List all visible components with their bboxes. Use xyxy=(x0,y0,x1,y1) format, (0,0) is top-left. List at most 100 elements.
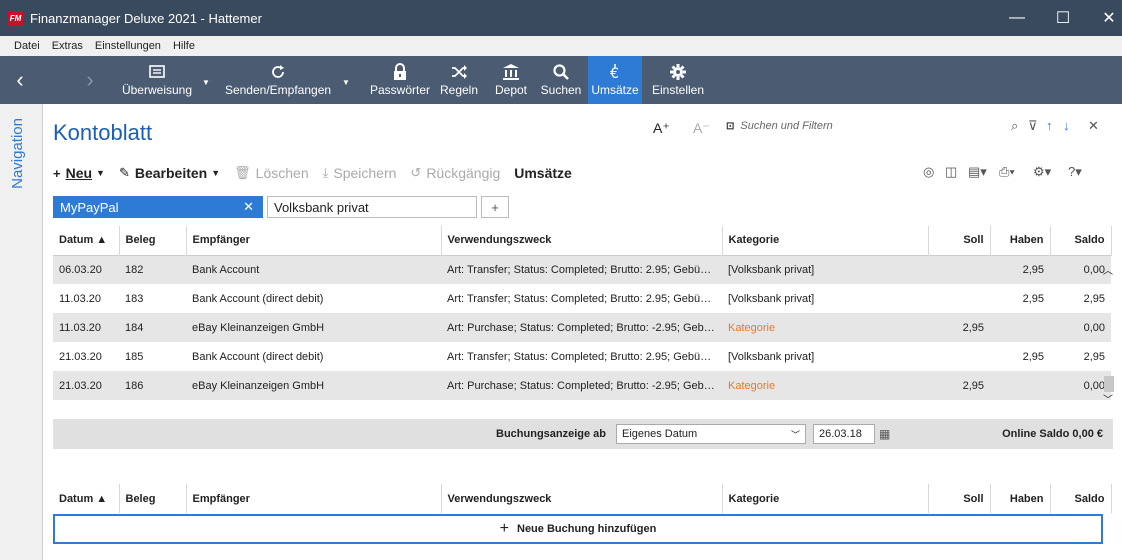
calendar-icon[interactable]: ▦ xyxy=(879,427,890,441)
columns-icon[interactable]: ◫ xyxy=(945,164,957,180)
col-haben[interactable]: Haben xyxy=(990,484,1051,513)
col-saldo[interactable]: Saldo xyxy=(1050,226,1112,255)
lock-icon xyxy=(394,63,406,80)
settings-gear-icon[interactable]: ⚙▾ xyxy=(1033,164,1051,180)
col-soll[interactable]: Soll xyxy=(928,484,991,513)
plus-icon: + xyxy=(53,165,61,181)
export-icon[interactable]: ▤▾ xyxy=(968,164,987,180)
cell-soll xyxy=(928,255,990,284)
toolbar-einstellen[interactable]: Einstellen xyxy=(646,56,710,104)
edit-button[interactable]: ✎ Bearbeiten ▼ xyxy=(119,165,220,181)
minimize-button[interactable]: — xyxy=(994,0,1040,36)
table-row[interactable]: 06.03.20 182 Bank Account Art: Transfer; St… xyxy=(53,255,1111,284)
help-icon[interactable]: ?▾ xyxy=(1068,164,1082,180)
col-soll[interactable]: Soll xyxy=(928,226,991,255)
cell-soll: 2,95 xyxy=(928,313,990,342)
col-kategorie[interactable]: Kategorie xyxy=(722,484,929,513)
bank-icon xyxy=(503,64,519,80)
toolbar-senden-empfangen[interactable]: Senden/Empfangen xyxy=(216,56,340,104)
table-scrollbar[interactable]: ︿ ﹀ xyxy=(1101,258,1116,410)
col-kategorie[interactable]: Kategorie xyxy=(722,226,929,255)
search-icon[interactable]: ⌕ xyxy=(1011,118,1018,134)
toolbar-suchen[interactable]: Suchen xyxy=(538,56,584,104)
date-input[interactable]: 26.03.18 xyxy=(813,424,875,444)
cell-beleg: 182 xyxy=(119,255,186,284)
main-content: Kontoblatt A⁺ A⁻ ⊡ Suchen und Filtern ⌕ … xyxy=(43,104,1122,560)
delete-label: Löschen xyxy=(255,165,309,181)
maximize-button[interactable]: ☐ xyxy=(1040,0,1086,36)
scroll-up-icon[interactable]: ︿ xyxy=(1103,262,1113,277)
navigation-panel[interactable]: Navigation xyxy=(0,104,43,560)
col-empfaenger[interactable]: Empfänger xyxy=(186,484,442,513)
date-mode-select[interactable]: Eigenes Datum ﹀ xyxy=(616,424,806,444)
toolbar-passwoerter[interactable]: Passwörter xyxy=(368,56,432,104)
scroll-down-icon[interactable]: ﹀ xyxy=(1103,391,1113,406)
cell-kategorie: [Volksbank privat] xyxy=(728,292,815,305)
menu-datei[interactable]: Datei xyxy=(14,40,40,52)
cell-haben xyxy=(990,371,1050,400)
navigation-label[interactable]: Navigation xyxy=(9,118,26,189)
menu-extras[interactable]: Extras xyxy=(52,40,83,52)
col-saldo[interactable]: Saldo xyxy=(1050,484,1112,513)
toolbar-label: Überweisung xyxy=(121,83,193,97)
tab-volksbank-privat[interactable]: Volksbank privat xyxy=(267,196,477,218)
umsaetze-view-label[interactable]: Umsätze xyxy=(514,165,572,181)
filter-icon[interactable]: ⊽ xyxy=(1028,118,1038,134)
search-filter-input[interactable]: ⊡ Suchen und Filtern xyxy=(726,120,833,132)
col-haben[interactable]: Haben xyxy=(990,226,1051,255)
forward-button[interactable]: › xyxy=(70,56,110,104)
cell-soll xyxy=(928,284,990,313)
toolbar-regeln[interactable]: Regeln xyxy=(436,56,482,104)
tab-mypaypal[interactable]: MyPayPal ✕ xyxy=(53,196,263,218)
close-search-icon[interactable]: ✕ xyxy=(1088,118,1099,134)
arrow-down-icon[interactable]: ↓ xyxy=(1063,118,1070,133)
cell-empfaenger: Bank Account xyxy=(186,255,441,284)
main-toolbar: ‹ › Überweisung ▼ Senden/Empfangen ▼ Pas… xyxy=(0,56,1122,104)
back-button[interactable]: ‹ xyxy=(0,56,40,104)
add-booking-button[interactable]: + Neue Buchung hinzufügen xyxy=(53,514,1103,544)
delete-button[interactable]: 🗑 Löschen xyxy=(234,165,308,181)
undo-button[interactable]: ↺ Rückgängig xyxy=(410,165,500,181)
chevron-down-icon[interactable]: ▼ xyxy=(202,78,210,87)
new-button[interactable]: + Neu ▼ xyxy=(53,165,105,181)
col-verwendungszweck[interactable]: Verwendungszweck xyxy=(441,484,723,513)
col-beleg[interactable]: Beleg xyxy=(119,226,187,255)
add-tab-button[interactable]: + xyxy=(481,196,509,218)
cell-datum: 11.03.20 xyxy=(59,292,102,305)
table-row[interactable]: 11.03.20 184 eBay Kleinanzeigen GmbH Art: P… xyxy=(53,313,1111,342)
col-beleg[interactable]: Beleg xyxy=(119,484,187,513)
date-mode-value: Eigenes Datum xyxy=(622,428,698,440)
cell-beleg: 183 xyxy=(125,292,144,305)
menu-einstellungen[interactable]: Einstellungen xyxy=(95,40,161,52)
action-bar: + Neu ▼ ✎ Bearbeiten ▼ 🗑 Löschen ⤓ Speichern ↺… xyxy=(53,162,586,184)
cell-haben xyxy=(990,313,1050,342)
toolbar-depot[interactable]: Depot xyxy=(488,56,534,104)
col-verwendungszweck[interactable]: Verwendungszweck xyxy=(441,226,723,255)
close-tab-icon[interactable]: ✕ xyxy=(243,199,254,215)
scrollbar-thumb[interactable] xyxy=(1104,376,1114,392)
search-placeholder: Suchen und Filtern xyxy=(740,120,833,132)
table-row[interactable]: 11.03.20 183 Bank Account (direct debit) Ar… xyxy=(53,284,1111,313)
cell-soll: 2,95 xyxy=(928,371,990,400)
date-value: 26.03.18 xyxy=(819,428,862,440)
menu-hilfe[interactable]: Hilfe xyxy=(173,40,195,52)
print-icon[interactable]: ⎙▾ xyxy=(999,164,1015,180)
col-datum[interactable]: Datum ▲ xyxy=(53,484,120,513)
sync-icon xyxy=(272,65,284,78)
col-empfaenger[interactable]: Empfänger xyxy=(186,226,442,255)
table-row[interactable]: 21.03.20 186 eBay Kleinanzeigen GmbH Art: P… xyxy=(53,371,1111,400)
cell-datum: 06.03.20 xyxy=(53,255,119,284)
eye-icon[interactable]: ◎ xyxy=(923,164,934,180)
arrow-up-icon[interactable]: ↑ xyxy=(1046,118,1053,133)
toolbar-umsaetze[interactable]: € Umsätze xyxy=(588,56,642,104)
font-decrease-button[interactable]: A⁻ xyxy=(693,120,710,137)
save-button[interactable]: ⤓ Speichern xyxy=(323,165,397,181)
table-row[interactable]: 21.03.20 185 Bank Account (direct debit) Ar… xyxy=(53,342,1111,371)
toolbar-ueberweisung[interactable]: Überweisung xyxy=(116,56,198,104)
search-icon xyxy=(553,64,569,80)
font-increase-button[interactable]: A⁺ xyxy=(653,120,670,137)
table-header: Datum ▲ Beleg Empfänger Verwendungszweck… xyxy=(53,226,1112,255)
close-window-button[interactable]: ✕ xyxy=(1086,0,1122,36)
chevron-down-icon[interactable]: ▼ xyxy=(342,78,350,87)
col-datum[interactable]: Datum ▲ xyxy=(53,226,120,255)
